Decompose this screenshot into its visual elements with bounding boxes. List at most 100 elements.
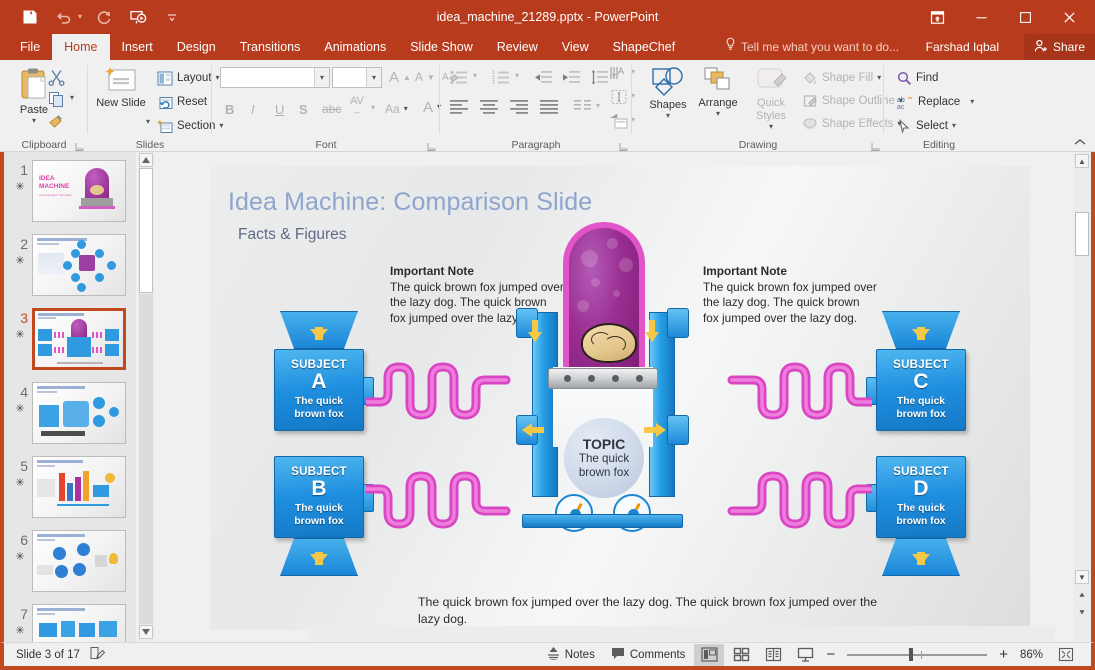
copy-button[interactable] [44,88,68,110]
text-shadow-button[interactable]: S [296,98,311,120]
quick-styles-caret-icon[interactable]: ▾ [769,123,773,131]
shape-fill-caret-icon[interactable]: ▾ [877,74,881,82]
align-text-button[interactable] [606,86,632,108]
comments-button[interactable]: Comments [604,645,693,665]
paragraph-dialog-launcher[interactable] [618,139,628,149]
slide-title[interactable]: Idea Machine: Comparison Slide [228,188,592,217]
thumbnail-slide-4[interactable]: 4 ✳ [4,378,136,452]
justify-button[interactable] [536,96,562,118]
notes-button[interactable]: Notes [540,645,602,665]
collapse-ribbon-button[interactable] [1071,135,1089,149]
close-icon[interactable] [1047,1,1091,33]
subject-a-box[interactable]: SUBJECT A The quick brown fox [274,349,364,431]
fit-to-window-icon[interactable] [1051,644,1081,666]
tab-file[interactable]: File [8,34,52,60]
thumbnail-preview[interactable] [32,382,126,444]
change-case-button[interactable]: Aa ▾ [382,98,411,120]
reset-button[interactable]: Reset [154,91,210,113]
tab-transitions[interactable]: Transitions [228,34,313,60]
decrease-font-size-button[interactable]: A▼ [412,66,438,88]
reading-view-icon[interactable] [758,644,788,666]
tab-review[interactable]: Review [485,34,550,60]
increase-font-size-button[interactable]: A▲ [386,66,414,88]
thumbnail-scrollbar-track[interactable] [139,294,153,624]
slide-counter[interactable]: Slide 3 of 17 [16,649,80,661]
numbering-button[interactable]: 123 [488,66,514,88]
slide-caption[interactable]: The quick brown fox jumped over the lazy… [418,594,888,627]
minimize-icon[interactable] [959,1,1003,33]
shapes-button[interactable]: Shapes ▾ [644,66,692,120]
arrange-button[interactable]: Arrange ▾ [694,66,742,118]
select-caret-icon[interactable]: ▾ [952,122,956,130]
zoom-level[interactable]: 86% [1020,649,1043,661]
idea-machine-graphic[interactable]: TOPIC The quick brown fox [510,222,695,552]
thumbnail-slide-5[interactable]: 5 ✳ [4,452,136,526]
user-account[interactable]: Farshad Iqbal [926,34,999,60]
paste-caret-icon[interactable]: ▾ [32,117,36,125]
thumbnail-preview[interactable] [32,604,126,642]
thumbnail-slide-7[interactable]: 7 ✳ [4,600,136,642]
underline-button[interactable]: U [272,98,287,120]
zoom-slider[interactable] [847,648,987,662]
tab-home[interactable]: Home [52,34,109,60]
thumbnail-slide-6[interactable]: 6 ✳ [4,526,136,600]
character-spacing-caret-icon[interactable]: ▾ [371,104,375,112]
align-left-button[interactable] [446,96,472,118]
text-direction-button[interactable]: A [606,62,632,84]
zoom-in-button[interactable]: + [995,646,1012,663]
font-name-input[interactable]: ▾ [220,67,330,88]
drawing-dialog-launcher[interactable] [870,139,880,149]
columns-button[interactable] [570,96,596,118]
arrange-caret-icon[interactable]: ▾ [716,110,720,118]
select-button[interactable]: Select ▾ [894,115,959,137]
new-slide-caret-icon[interactable]: ▾ [146,118,150,126]
previous-slide-icon[interactable]: ⯅ [1076,590,1088,601]
thumbnail-preview[interactable] [32,456,126,518]
tell-me-box[interactable]: Tell me what you want to do... [725,34,899,60]
subject-c-box[interactable]: SUBJECT C The quick brown fox [876,349,966,431]
zoom-out-button[interactable]: − [822,646,839,663]
slide-show-icon[interactable] [790,644,820,666]
subject-b-box[interactable]: SUBJECT B The quick brown fox [274,456,364,538]
normal-view-icon[interactable] [694,644,724,666]
copy-caret-icon[interactable]: ▾ [70,94,74,102]
tab-view[interactable]: View [550,34,601,60]
bullets-caret-icon[interactable]: ▾ [473,72,477,80]
font-size-input[interactable]: ▾ [332,67,382,88]
convert-to-smartart-button[interactable] [606,110,632,132]
italic-button[interactable]: I [248,98,258,120]
font-size-caret-icon[interactable]: ▾ [366,68,381,87]
scroll-up-button[interactable]: ▲ [1075,154,1089,168]
thumbnail-slide-1[interactable]: 1 ✳ IDEAMACHINE A Presentation Template [4,156,136,230]
tab-slide-show[interactable]: Slide Show [398,34,485,60]
increase-indent-button[interactable] [558,66,584,88]
tab-insert[interactable]: Insert [110,34,165,60]
change-case-caret-icon[interactable]: ▾ [404,105,408,113]
maximize-icon[interactable] [1003,1,1047,33]
slide-sorter-icon[interactable] [726,644,756,666]
slide-horizontal-scrollbar[interactable] [308,626,1055,642]
thumbnail-scrollbar-thumb[interactable] [139,168,153,293]
slide-thumbnail-pane[interactable]: 1 ✳ IDEAMACHINE A Presentation Template … [4,152,136,642]
thumbnail-preview[interactable] [32,530,126,592]
notes-indicator-icon[interactable] [90,646,106,664]
thumbnail-scrollbar[interactable] [138,152,154,642]
strikethrough-button[interactable]: abc [319,98,344,120]
slide-vertical-scrollbar[interactable]: ▲ ▼ ⯅ ⯆ [1073,152,1091,642]
tab-design[interactable]: Design [165,34,228,60]
quick-styles-button[interactable]: Quick Styles ▾ [746,66,796,131]
columns-caret-icon[interactable]: ▾ [596,102,600,110]
share-button[interactable]: Share [1024,34,1095,60]
shape-fill-button[interactable]: Shape Fill ▾ [800,67,884,89]
bullets-button[interactable] [446,66,472,88]
vertical-scrollbar-thumb[interactable] [1075,212,1089,256]
thumbnail-preview[interactable] [32,234,126,296]
replace-caret-icon[interactable]: ▾ [970,98,974,106]
thumbnail-slide-3[interactable]: 3 ✳ [4,304,136,378]
tab-animations[interactable]: Animations [312,34,398,60]
clipboard-dialog-launcher[interactable] [74,139,84,149]
thumbnail-preview[interactable]: IDEAMACHINE A Presentation Template [32,160,126,222]
font-name-caret-icon[interactable]: ▾ [314,68,329,87]
ribbon-display-options-icon[interactable] [915,1,959,33]
slide-canvas[interactable]: Idea Machine: Comparison Slide Facts & F… [210,166,1030,630]
